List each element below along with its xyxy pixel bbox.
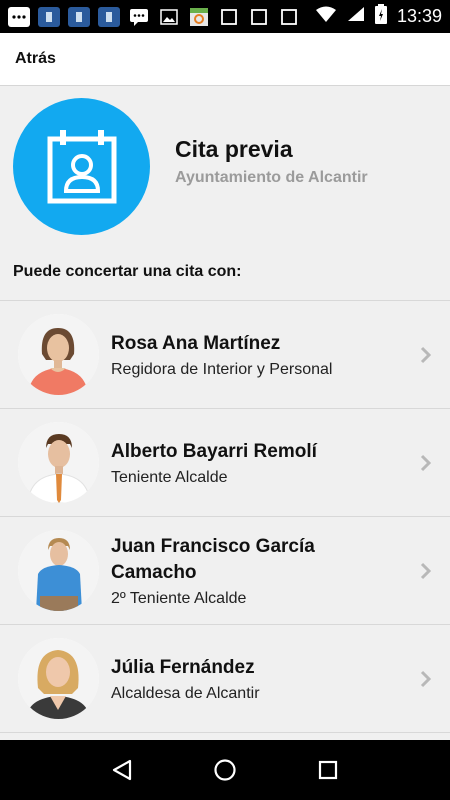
contact-row[interactable]: Rosa Ana Martínez Regidora de Interior y… bbox=[0, 300, 450, 408]
avatar bbox=[18, 314, 99, 395]
back-icon[interactable] bbox=[110, 758, 134, 782]
contact-row[interactable]: Júlia Fernández Alcaldesa de Alcantir bbox=[0, 624, 450, 732]
wifi-icon bbox=[315, 6, 337, 27]
contact-role: Alcaldesa de Alcantir bbox=[111, 684, 260, 702]
page-title: Cita previa bbox=[175, 136, 293, 162]
contact-row[interactable]: Juan Francisco García Camacho 2º Tenient… bbox=[0, 516, 450, 624]
avatar bbox=[18, 638, 99, 719]
chevron-right-icon bbox=[420, 346, 432, 363]
avatar bbox=[18, 530, 99, 611]
home-icon[interactable] bbox=[213, 758, 237, 782]
status-bar: 13:39 bbox=[0, 0, 450, 33]
back-button[interactable]: Atrás bbox=[15, 50, 56, 68]
hero-section: Cita previa Ayuntamiento de Alcantir bbox=[13, 98, 368, 235]
navigation-bar bbox=[0, 740, 450, 800]
contact-name: Júlia Fernández bbox=[111, 656, 255, 678]
battery-icon bbox=[374, 4, 387, 29]
top-bar: Atrás bbox=[0, 33, 450, 86]
chevron-right-icon bbox=[420, 562, 432, 579]
checkbox-icon bbox=[278, 7, 300, 27]
contact-role: Regidora de Interior y Personal bbox=[111, 360, 333, 378]
app-icon bbox=[98, 6, 120, 27]
contact-row[interactable]: Alberto Bayarri Remolí Teniente Alcalde bbox=[0, 408, 450, 516]
signal-icon bbox=[347, 6, 365, 27]
contact-name: Rosa Ana Martínez bbox=[111, 332, 281, 354]
messages-icon bbox=[8, 6, 30, 27]
calendar-icon bbox=[188, 7, 210, 27]
chat-icon bbox=[128, 7, 150, 27]
checkbox-icon bbox=[248, 7, 270, 27]
checkbox-icon bbox=[218, 7, 240, 27]
contact-name: Juan Francisco García Camacho bbox=[111, 535, 315, 583]
contact-role: Teniente Alcalde bbox=[111, 468, 228, 486]
recents-icon[interactable] bbox=[316, 758, 340, 782]
chevron-right-icon bbox=[420, 454, 432, 471]
page-subtitle: Ayuntamiento de Alcantir bbox=[175, 169, 368, 186]
clock: 13:39 bbox=[396, 6, 442, 26]
contact-name: Alberto Bayarri Remolí bbox=[111, 440, 317, 462]
contact-list: Rosa Ana Martínez Regidora de Interior y… bbox=[0, 300, 450, 740]
list-divider bbox=[0, 732, 450, 740]
image-icon bbox=[158, 7, 180, 27]
app-icon bbox=[38, 6, 60, 27]
chevron-right-icon bbox=[420, 670, 432, 687]
avatar bbox=[18, 422, 99, 503]
calendar-person-icon bbox=[13, 98, 150, 235]
intro-text: Puede concertar una cita con: bbox=[13, 263, 242, 280]
app-icon bbox=[68, 6, 90, 27]
contact-role: 2º Teniente Alcalde bbox=[111, 589, 247, 607]
